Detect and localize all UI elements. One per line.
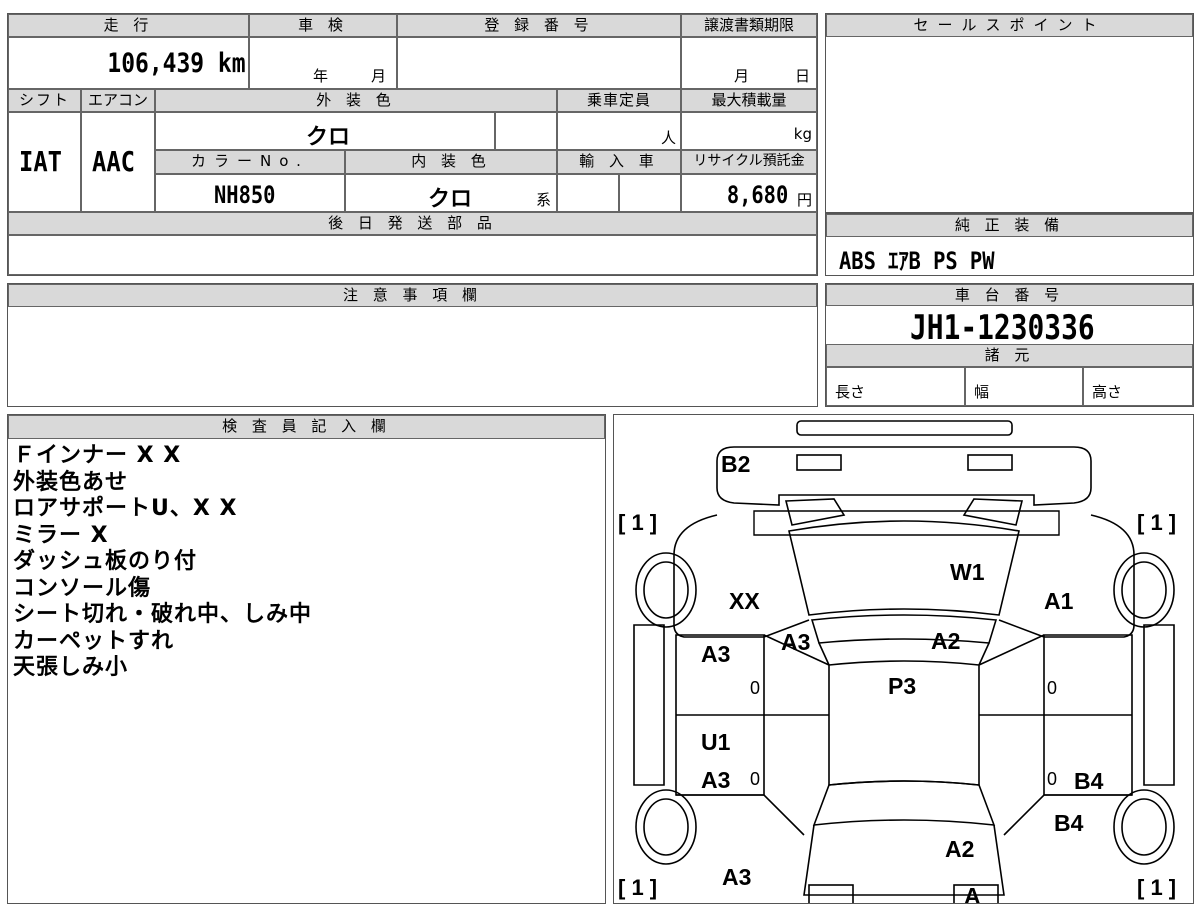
equipment-value: ABS ｴｱB PS PW (839, 247, 995, 275)
damage-label-w1: W1 (950, 559, 985, 585)
import-cell-2 (619, 174, 681, 212)
exterior-color-value: クロ (306, 125, 351, 150)
registration-cell (397, 37, 681, 89)
equipment-header: 純 正 装 備 (826, 214, 1193, 237)
max-load-cell: kg (681, 112, 817, 150)
max-load-header: 最大積載量 (681, 89, 817, 112)
inspector-note: ミラー X (13, 522, 109, 548)
shaken-year-unit: 年 (313, 67, 329, 85)
shift-cell: IAT (8, 112, 81, 212)
sales-point-panel: セールスポイント (825, 13, 1194, 213)
deadline-day-unit: 日 (795, 67, 811, 85)
specs-header: 諸 元 (826, 344, 1193, 367)
inspector-note: ロアサポートU、X X (13, 496, 238, 521)
interior-color-suffix: 系 (536, 191, 552, 209)
damage-label-xx: XX (729, 588, 760, 614)
transfer-deadline-header: 譲渡書類期限 (681, 14, 817, 37)
exterior-color-cell: クロ (155, 112, 495, 150)
caution-panel: 注 意 事 項 欄 (7, 283, 818, 407)
import-header: 輸 入 車 (557, 150, 681, 174)
damage-label-a3-left-front: A3 (701, 641, 731, 667)
length-label: 長さ (835, 383, 866, 401)
recycle-header: リサイクル預託金 (681, 150, 817, 174)
inspector-note: Ｆインナー X X (13, 443, 182, 468)
damage-label-p3: P3 (888, 673, 917, 699)
later-parts-cell (8, 235, 817, 275)
import-cell-1 (557, 174, 619, 212)
exterior-color-header: 外 装 色 (155, 89, 557, 112)
bracket-top-right: [ 1 ] (1137, 510, 1177, 535)
inspector-header: 検 査 員 記 入 欄 (8, 415, 605, 439)
recycle-fee-value: 8,680 (726, 181, 788, 209)
caution-header: 注 意 事 項 欄 (8, 284, 817, 307)
length-cell: 長さ (826, 367, 965, 406)
transfer-deadline-cell: 月 日 (681, 37, 817, 89)
bracket-bottom-left: [ 1 ] (618, 875, 658, 900)
inspector-notes-list: Ｆインナー X X 外装色あせ ロアサポートU、X X ミラー X ダッシュ板の… (13, 443, 312, 682)
width-label: 幅 (974, 383, 990, 401)
height-cell: 高さ (1083, 367, 1193, 406)
color-no-header: カラーNo. (155, 150, 345, 174)
inspector-note: シート切れ・破れ中、しみ中 (13, 602, 313, 627)
aircon-header: エアコン (81, 89, 155, 112)
damage-label-a2-rear: A2 (945, 836, 975, 862)
interior-color-value: クロ (428, 187, 473, 212)
chassis-no-value: JH1-1230336 (910, 308, 1095, 348)
recycle-cell: 8,680 円 (681, 174, 817, 212)
sales-point-header: セールスポイント (826, 14, 1193, 37)
damage-label-a1: A1 (1044, 588, 1074, 614)
shaken-month-unit: 月 (371, 67, 387, 85)
capacity-header: 乗車定員 (557, 89, 681, 112)
damage-label-b4-right-mid: B4 (1074, 768, 1104, 794)
max-load-unit: kg (793, 125, 812, 143)
mileage-value: 106,439 km (107, 48, 246, 79)
width-cell: 幅 (965, 367, 1083, 406)
damage-label-b4-right-rear: B4 (1054, 810, 1084, 836)
window-zero-left-rear: 0 (750, 769, 761, 789)
registration-header: 登 録 番 号 (397, 14, 681, 37)
damage-label-a3-left-rear: A3 (701, 767, 731, 793)
chassis-panel: 車 台 番 号 JH1-1230336 諸 元 長さ 幅 高さ (825, 283, 1194, 407)
inspector-note: 外装色あせ (13, 469, 129, 495)
deadline-month-unit: 月 (734, 67, 750, 85)
damage-label-u1: U1 (701, 729, 731, 755)
window-zero-right-front: 0 (1047, 678, 1058, 698)
interior-color-header: 内 装 色 (345, 150, 557, 174)
window-zero-right-rear: 0 (1047, 769, 1058, 789)
interior-color-cell: クロ 系 (345, 174, 557, 212)
later-parts-header: 後 日 発 送 部 品 (8, 212, 817, 235)
mileage-cell: 106,439 km (8, 37, 249, 89)
aircon-cell: AAC (81, 112, 155, 212)
aircon-value: AAC (92, 145, 135, 178)
damage-label-a3-front-center: A3 (781, 629, 811, 655)
inspector-note: 天張しみ小 (13, 655, 129, 680)
capacity-cell: 人 (557, 112, 681, 150)
damage-label-a3-bottom: A3 (722, 864, 752, 890)
shift-header: シフト (8, 89, 81, 112)
damage-label-a2-front: A2 (931, 628, 961, 654)
inspector-panel: 検 査 員 記 入 欄 Ｆインナー X X 外装色あせ ロアサポートU、X X … (7, 414, 606, 904)
vehicle-info-grid: 走 行 車 検 登 録 番 号 譲渡書類期限 106,439 km 年 月 月 … (7, 13, 818, 276)
shaken-header: 車 検 (249, 14, 397, 37)
chassis-no-header: 車 台 番 号 (826, 284, 1193, 306)
inspector-note: カーペットすれ (13, 628, 175, 654)
shift-value: IAT (19, 145, 62, 178)
bracket-bottom-right: [ 1 ] (1137, 875, 1177, 900)
bracket-top-left: [ 1 ] (618, 510, 658, 535)
window-zero-left-front: 0 (750, 678, 761, 698)
mileage-header: 走 行 (8, 14, 249, 37)
color-no-cell: NH850 (155, 174, 345, 212)
capacity-unit: 人 (660, 129, 676, 147)
exterior-color-extra-cell (495, 112, 557, 150)
equipment-panel: 純 正 装 備 ABS ｴｱB PS PW (825, 213, 1194, 276)
inspector-note: ダッシュ板のり付 (13, 549, 198, 574)
recycle-unit: 円 (796, 191, 812, 209)
damage-label-a-bottom: A (964, 883, 981, 904)
damage-diagram-panel: [ 1 ] [ 1 ] [ 1 ] [ 1 ] B2 W1 XX A1 A3 A… (613, 414, 1194, 904)
damage-label-b2: B2 (721, 451, 751, 477)
color-no-value: NH850 (214, 181, 276, 209)
shaken-cell: 年 月 (249, 37, 397, 89)
height-label: 高さ (1092, 383, 1123, 401)
inspector-note: コンソール傷 (13, 575, 152, 601)
